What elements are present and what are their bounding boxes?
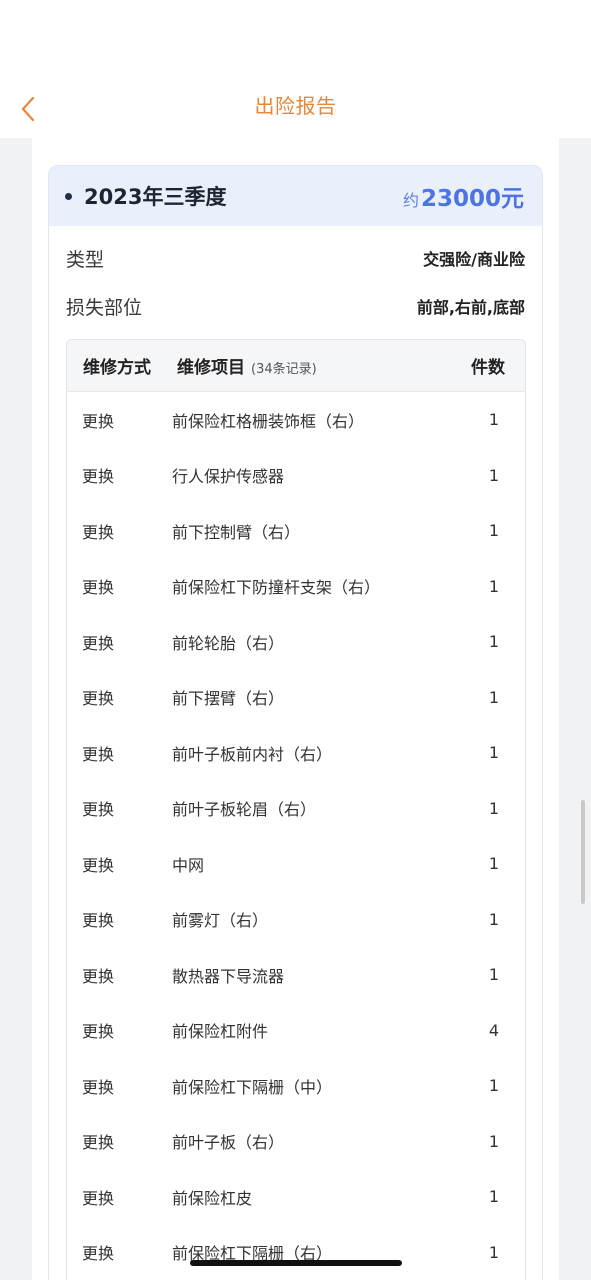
scrollbar[interactable]	[581, 800, 585, 904]
parts-row: 损失部位 前部,右前,底部	[49, 282, 542, 330]
row-method: 更换	[82, 800, 115, 820]
table-row: 更换 前保险杠下隔栅（右） 1	[67, 1225, 525, 1280]
table-row: 更换 前保险杠下防撞杆支架（右） 1	[67, 559, 525, 615]
table-row: 更换 前叶子板前内衬（右） 1	[67, 725, 525, 781]
row-item: 前下摆臂（右）	[172, 689, 285, 709]
nav-bar: 出险报告	[0, 0, 591, 138]
row-item: 行人保护传感器	[172, 467, 285, 487]
table-header: 维修方式 维修项目 (34条记录) 件数	[67, 340, 525, 392]
amount-prefix: 约	[402, 191, 419, 210]
row-item: 前下控制臂（右）	[172, 522, 301, 542]
table-row: 更换 中网 1	[67, 836, 525, 892]
table-row: 更换 前保险杠皮 1	[67, 1169, 525, 1225]
row-item: 前轮轮胎（右）	[172, 633, 285, 653]
row-method: 更换	[82, 966, 115, 986]
row-item: 前叶子板（右）	[172, 1133, 285, 1153]
quarter-panel: 2023年三季度 约 23000元 类型 交强险/商业险 损失部位 前部,右前,…	[48, 165, 543, 1280]
repair-table: 维修方式 维修项目 (34条记录) 件数 更换 前保险杠格栅装饰框（右） 1 更换 行人…	[66, 339, 526, 1280]
header-qty: 件数	[471, 358, 505, 378]
page: 出险报告 2023年三季度 约 23000元 类型 交强险/商业险 损失部位 前…	[0, 0, 591, 1280]
quarter-label: 2023年三季度	[84, 185, 227, 209]
type-label: 类型	[66, 248, 105, 271]
row-qty: 1	[488, 1076, 499, 1096]
bullet-dot	[65, 192, 72, 200]
row-qty: 1	[488, 1242, 499, 1262]
parts-label: 损失部位	[66, 296, 143, 319]
parts-value: 前部,右前,底部	[416, 298, 525, 317]
row-qty: 1	[488, 743, 499, 763]
row-method: 更换	[82, 1133, 115, 1153]
row-item: 前保险杠格栅装饰框（右）	[172, 411, 365, 431]
row-method: 更换	[82, 911, 115, 931]
table-row: 更换 前下控制臂（右） 1	[67, 503, 525, 559]
table-row: 更换 前叶子板（右） 1	[67, 1114, 525, 1170]
row-method: 更换	[82, 467, 115, 487]
row-qty: 1	[488, 521, 499, 541]
row-qty: 1	[488, 909, 499, 929]
page-title: 出险报告	[254, 94, 337, 118]
row-item: 前保险杠附件	[172, 1022, 269, 1042]
row-method: 更换	[82, 633, 115, 653]
record-count: (34条记录)	[251, 362, 317, 377]
row-method: 更换	[82, 411, 115, 431]
row-qty: 1	[488, 1187, 499, 1207]
row-method: 更换	[82, 1077, 115, 1097]
row-item: 散热器下导流器	[172, 966, 285, 986]
row-qty: 4	[488, 1020, 499, 1040]
type-value: 交强险/商业险	[423, 250, 525, 269]
row-method: 更换	[82, 578, 115, 598]
table-row: 更换 前雾灯（右） 1	[67, 892, 525, 948]
header-method: 维修方式	[83, 358, 151, 378]
row-qty: 1	[488, 632, 499, 652]
row-method: 更换	[82, 1188, 115, 1208]
row-qty: 1	[488, 798, 499, 818]
quarter-title: 2023年三季度	[65, 181, 226, 211]
row-item: 前叶子板前内衬（右）	[172, 744, 333, 764]
row-qty: 1	[488, 576, 499, 596]
row-item: 前保险杠皮	[172, 1188, 253, 1208]
header-item-label: 维修项目	[177, 358, 245, 378]
row-item: 中网	[172, 855, 205, 875]
table-row: 更换 前保险杠附件 4	[67, 1003, 525, 1059]
row-qty: 1	[488, 410, 499, 430]
table-body: 更换 前保险杠格栅装饰框（右） 1 更换 行人保护传感器 1 更换 前下控制臂（右） 1 更换 前保…	[67, 392, 525, 1280]
table-row: 更换 散热器下导流器 1	[67, 947, 525, 1003]
row-item: 前保险杠下隔栅（中）	[172, 1077, 333, 1097]
claim-amount: 约 23000元	[403, 179, 524, 213]
amount-value: 23000元	[420, 186, 524, 212]
row-qty: 1	[488, 465, 499, 485]
row-item: 前保险杠下防撞杆支架（右）	[172, 578, 381, 598]
row-item: 前叶子板轮眉（右）	[172, 800, 317, 820]
header-item: 维修项目 (34条记录)	[177, 353, 317, 378]
quarter-header: 2023年三季度 约 23000元	[49, 166, 542, 226]
row-method: 更换	[82, 1244, 115, 1264]
row-method: 更换	[82, 855, 115, 875]
home-indicator[interactable]	[190, 1260, 402, 1266]
row-qty: 1	[488, 1131, 499, 1151]
table-row: 更换 前保险杠格栅装饰框（右） 1	[67, 392, 525, 448]
row-method: 更换	[82, 689, 115, 709]
row-qty: 1	[488, 965, 499, 985]
table-row: 更换 前下摆臂（右） 1	[67, 670, 525, 726]
row-method: 更换	[82, 522, 115, 542]
row-qty: 1	[488, 854, 499, 874]
row-item: 前雾灯（右）	[172, 911, 269, 931]
table-row: 更换 前轮轮胎（右） 1	[67, 614, 525, 670]
table-row: 更换 行人保护传感器 1	[67, 448, 525, 504]
table-row: 更换 前叶子板轮眉（右） 1	[67, 781, 525, 837]
row-qty: 1	[488, 687, 499, 707]
row-method: 更换	[82, 1022, 115, 1042]
row-method: 更换	[82, 744, 115, 764]
type-row: 类型 交强险/商业险	[49, 234, 542, 282]
table-row: 更换 前保险杠下隔栅（中） 1	[67, 1058, 525, 1114]
